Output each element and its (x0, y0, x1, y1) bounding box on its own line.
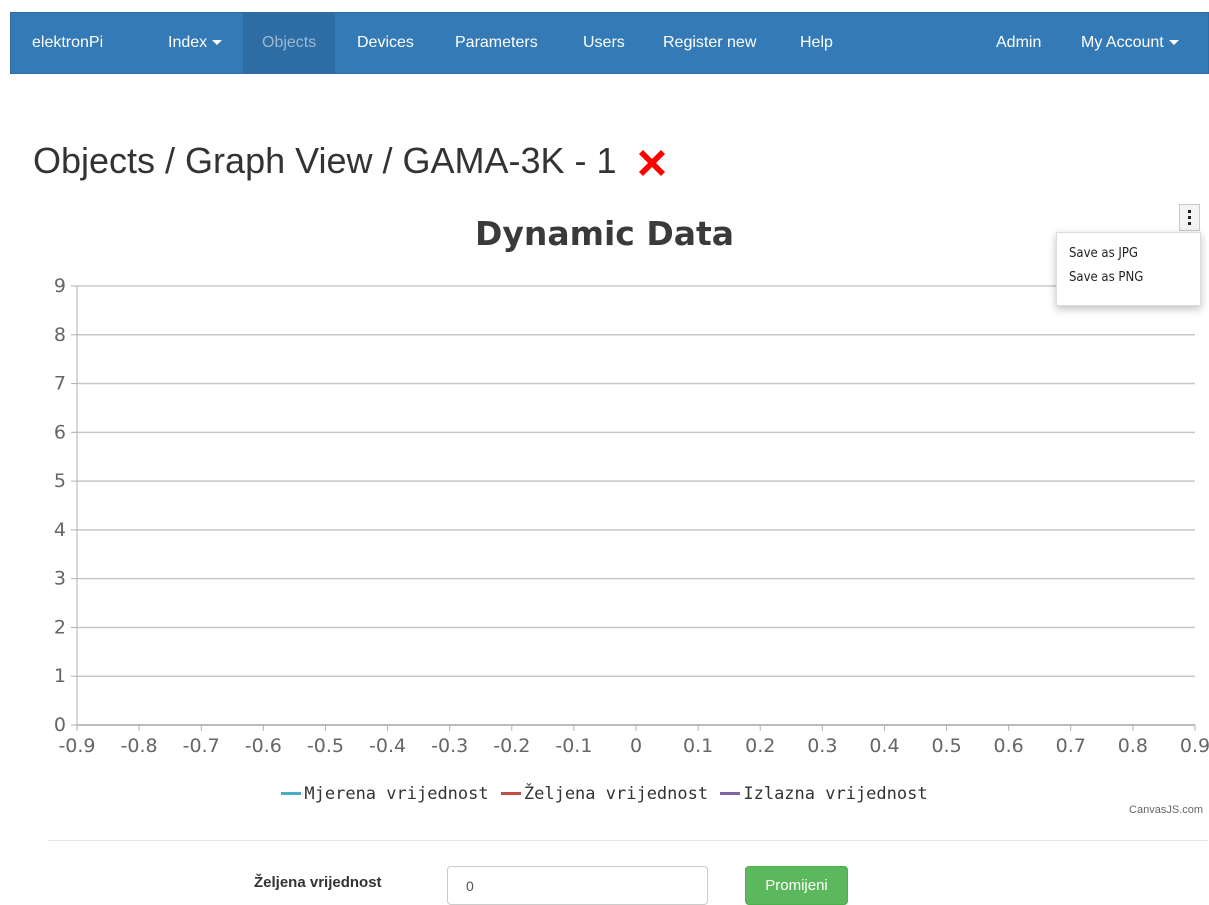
legend-swatch (500, 792, 521, 795)
x-tick-label: 0.8 (1118, 735, 1148, 757)
y-tick-label: 7 (54, 373, 66, 395)
y-tick-label: 0 (54, 714, 66, 736)
x-tick-label: 0.6 (994, 735, 1024, 757)
x-tick-label: -0.6 (245, 735, 282, 757)
y-tick-label: 8 (54, 324, 66, 346)
x-tick-label: -0.5 (307, 735, 344, 757)
legend-label: Željena vrijednost (523, 783, 709, 804)
x-tick-label: 0.3 (807, 735, 837, 757)
chart-menu-button[interactable] (1179, 204, 1200, 231)
legend-item-zeljena[interactable]: Željena vrijednost (500, 783, 709, 804)
y-tick-label: 2 (54, 616, 66, 638)
x-tick-label: 0 (630, 735, 642, 757)
chart-credit-link[interactable]: CanvasJS.com (1129, 804, 1203, 816)
legend-item-izlazna[interactable]: Izlazna vrijednost (720, 783, 928, 804)
y-tick-label: 6 (54, 421, 66, 443)
legend-item-mjerena[interactable]: Mjerena vrijednost (281, 783, 489, 804)
y-tick-label: 9 (54, 275, 66, 297)
y-tick-label: 1 (54, 665, 66, 687)
legend-swatch (281, 792, 302, 795)
x-tick-label: -0.8 (121, 735, 158, 757)
x-tick-label: -0.3 (431, 735, 468, 757)
chart-plot-area: 0 1 2 3 4 5 6 7 8 9 -0.9 -0.8 -0.7 -0.6 -0.5 -0.4 -0.3 -0… (54, 275, 1209, 757)
desired-value-input[interactable] (447, 866, 708, 905)
change-button[interactable]: Promijeni (745, 866, 848, 905)
x-tick-label: -0.2 (493, 735, 530, 757)
y-tick-label: 3 (54, 568, 66, 590)
more-vertical-icon (1188, 222, 1191, 225)
divider (48, 840, 1208, 841)
legend-label: Izlazna vrijednost (743, 783, 928, 804)
more-vertical-icon (1188, 216, 1191, 219)
legend-label: Mjerena vrijednost (304, 783, 489, 804)
x-tick-label: 0.9 (1180, 735, 1209, 757)
save-as-jpg-item[interactable]: Save as JPG (1057, 242, 1200, 266)
x-tick-label: 0.1 (683, 735, 713, 757)
x-tick-label: 0.4 (869, 735, 899, 757)
y-tick-label: 5 (54, 470, 66, 492)
chart-legend: Mjerena vrijednost Željena vrijednost Iz… (0, 780, 1209, 804)
x-tick-label: -0.1 (555, 735, 592, 757)
x-tick-label: 0.2 (745, 735, 775, 757)
y-tick-label: 4 (54, 519, 66, 541)
chart-menu-dropdown: Save as JPG Save as PNG (1056, 232, 1201, 306)
x-tick-label: 0.7 (1056, 735, 1086, 757)
more-vertical-icon (1188, 210, 1191, 213)
x-tick-label: -0.7 (183, 735, 220, 757)
desired-value-label: Željena vrijednost (254, 874, 382, 891)
x-tick-label: -0.4 (369, 735, 406, 757)
legend-swatch (720, 792, 741, 795)
x-tick-label: -0.9 (58, 735, 95, 757)
save-as-png-item[interactable]: Save as PNG (1057, 266, 1200, 290)
x-tick-label: 0.5 (931, 735, 961, 757)
